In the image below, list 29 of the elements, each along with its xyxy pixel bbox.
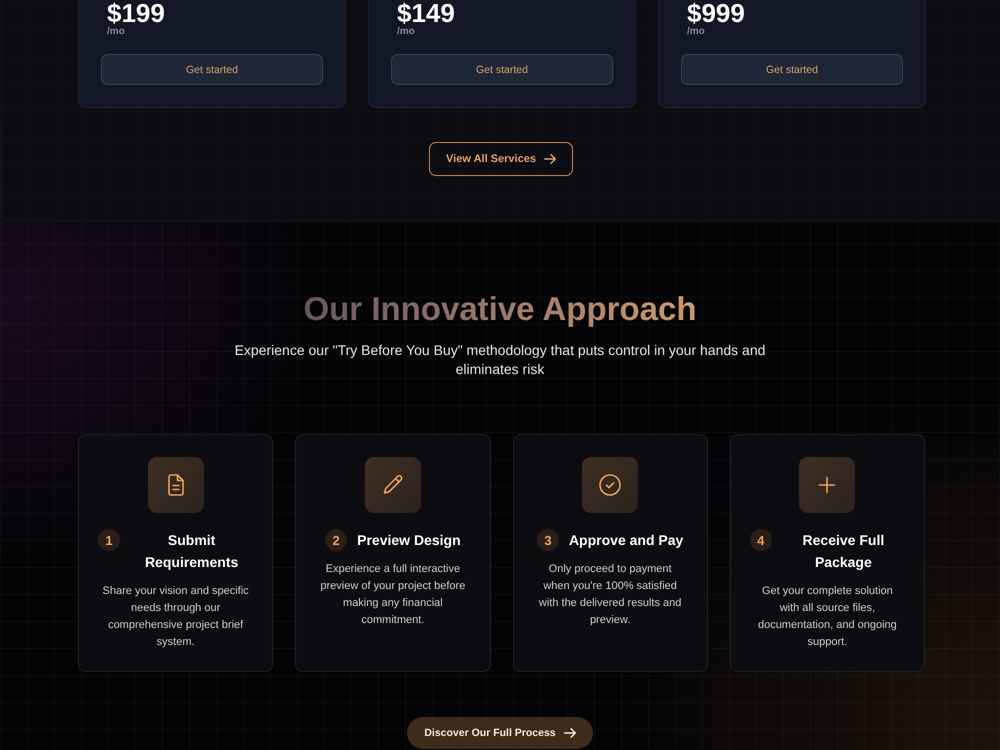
step-number: 4 [750, 529, 772, 551]
step-description: Only proceed to payment when you're 100% satisfied with the delivered results and preview. [538, 562, 682, 628]
discover-process-button[interactable]: Discover Our Full Process [407, 717, 593, 749]
arrow-right-icon [564, 728, 576, 738]
step-description: Get your complete solution with all source files, documentation, and ongoing support. [756, 584, 898, 650]
step-number: 1 [98, 529, 120, 551]
step-description: Experience a full interactive preview of your project before making any financial commitment. [319, 562, 466, 628]
price-period: /mo [107, 26, 125, 38]
price-text: $999 [687, 0, 745, 26]
price-text: $199 [107, 0, 165, 26]
price-period: /mo [397, 26, 415, 38]
view-all-services-button[interactable]: View All Services [429, 142, 573, 176]
step-title: Submit Requirements [144, 531, 240, 572]
plus-icon [799, 457, 856, 513]
price-text: $149 [397, 0, 455, 26]
section-subtitle: Experience our "Try Before You Buy" methodology that puts control in your hands and eliminates risk [234, 341, 766, 379]
step-description: Share your vision and specific needs through our comprehensive project brief system. [102, 584, 250, 650]
price-period: /mo [687, 26, 705, 38]
step-title: Receive Full Package [802, 531, 886, 572]
step-title: Preview Design [357, 531, 461, 550]
step-number: 3 [536, 529, 559, 551]
get-started-button[interactable]: Get started [681, 54, 903, 85]
step-number: 2 [325, 529, 348, 551]
get-started-button[interactable]: Get started [391, 54, 613, 85]
document-icon [148, 457, 204, 513]
get-started-button[interactable]: Get started [101, 54, 323, 85]
pencil-icon [364, 457, 421, 513]
step-title: Approve and Pay [568, 531, 684, 550]
arrow-right-icon [544, 154, 556, 164]
